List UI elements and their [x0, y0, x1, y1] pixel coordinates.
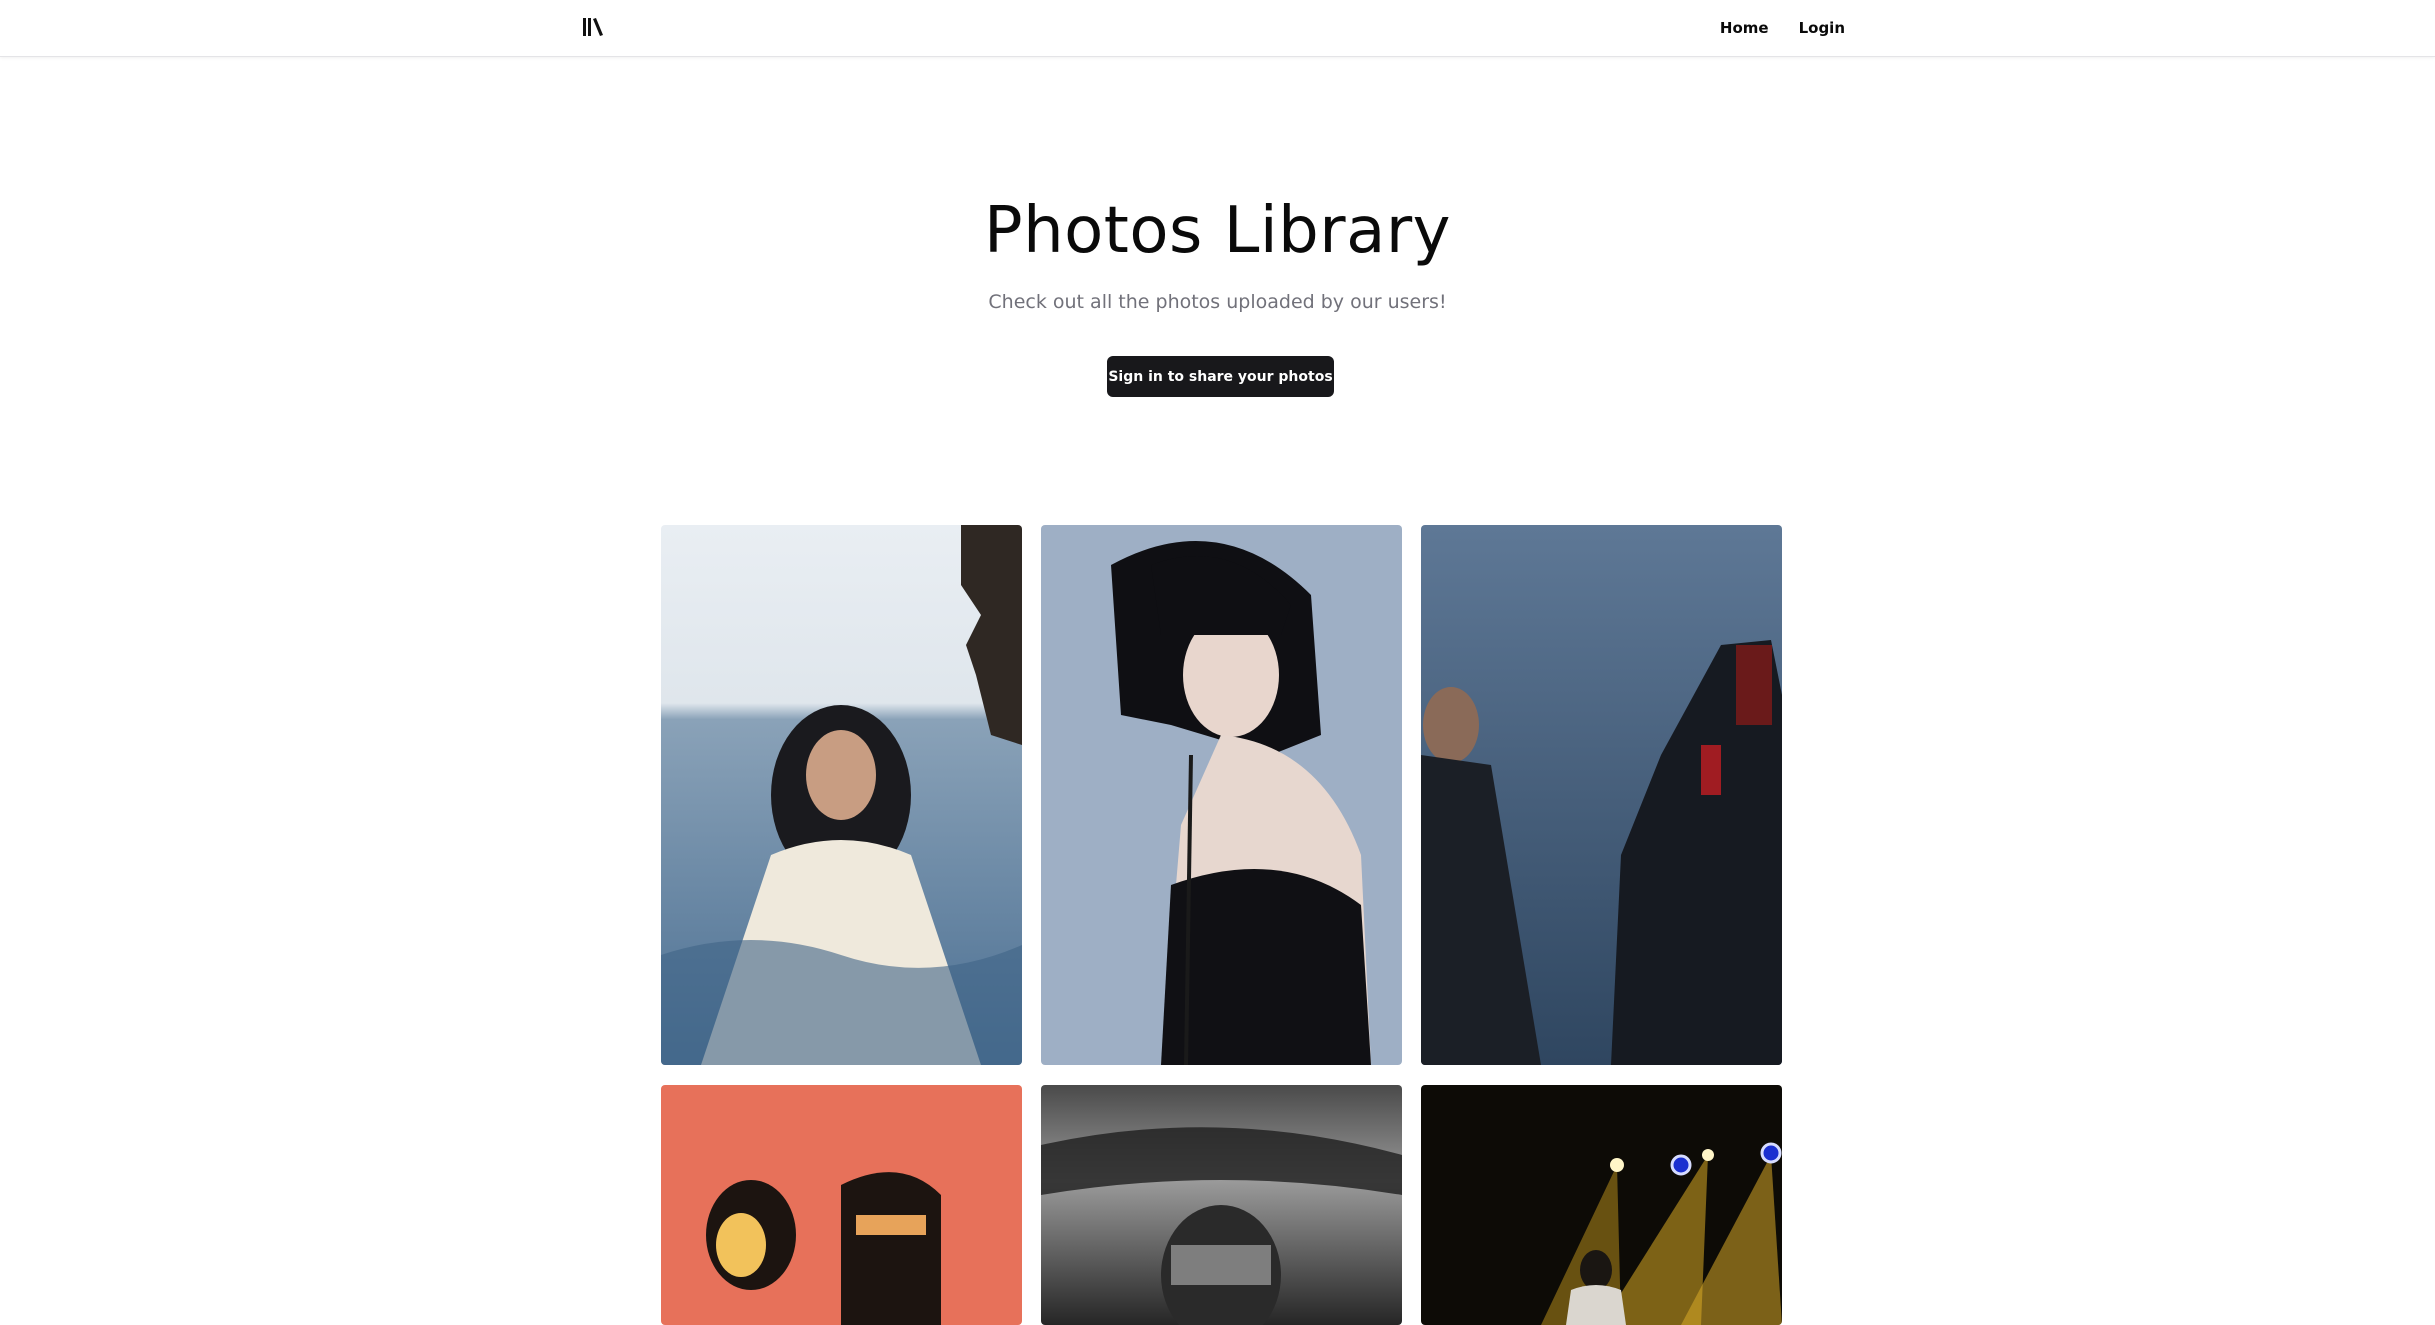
main-nav: Home Login	[1720, 0, 1845, 56]
page-title: Photos Library	[983, 194, 1452, 268]
top-navbar: Home Login	[0, 0, 2435, 57]
sign-in-share-button[interactable]: Sign in to share your photos	[1107, 356, 1334, 397]
photo-black-white-figure[interactable]	[1041, 1085, 1402, 1325]
photo-two-men-hooded[interactable]	[1421, 525, 1782, 1065]
photo-woman-by-sea[interactable]	[661, 525, 1022, 1065]
photo-duo-red-poster[interactable]	[661, 1085, 1022, 1325]
library-books-icon[interactable]	[582, 17, 604, 37]
photo-stage-singer-lights[interactable]	[1421, 1085, 1782, 1325]
photo-woman-bob-haircut[interactable]	[1041, 525, 1402, 1065]
nav-home-link[interactable]: Home	[1720, 19, 1769, 37]
nav-login-link[interactable]: Login	[1799, 19, 1845, 37]
page-subtitle: Check out all the photos uploaded by our…	[988, 291, 1447, 313]
